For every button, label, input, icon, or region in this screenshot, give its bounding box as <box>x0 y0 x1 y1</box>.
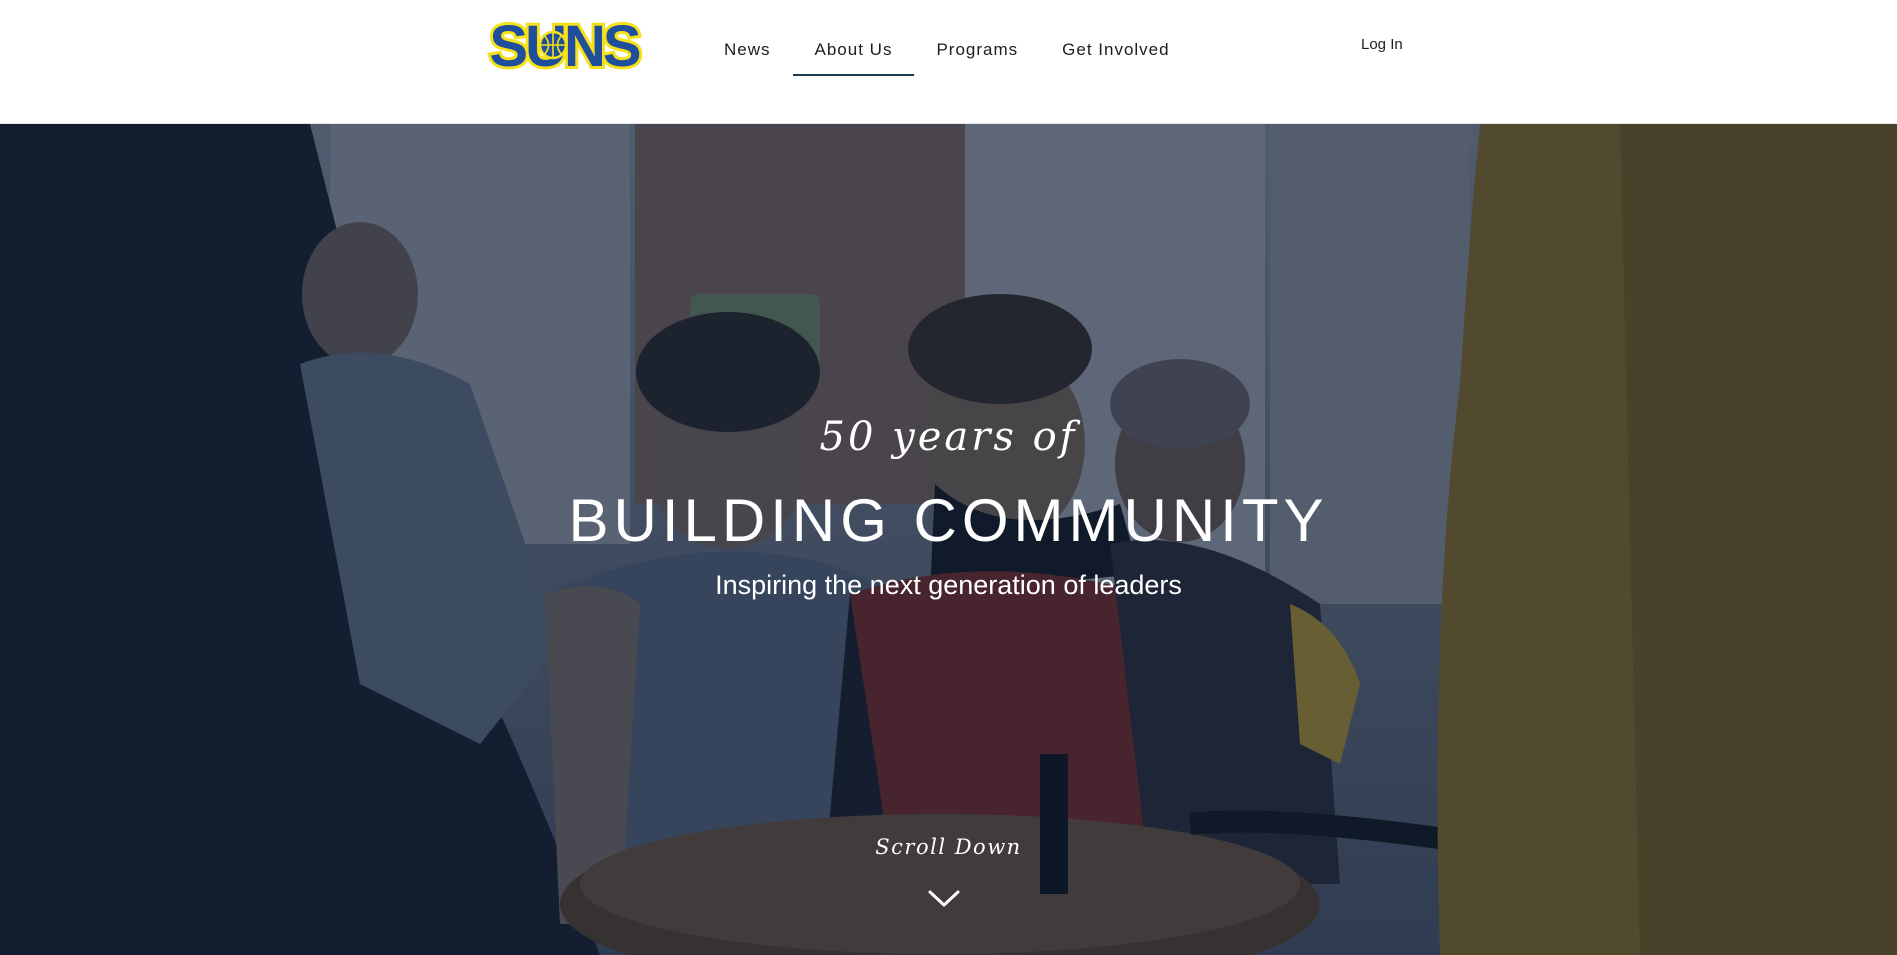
login-link[interactable]: Log In <box>1361 36 1403 53</box>
hero-subtitle: Inspiring the next generation of leaders <box>715 570 1182 600</box>
site-header: SUNS News About Us Programs Get Involved… <box>0 0 1897 124</box>
nav-item-label: About Us <box>814 40 893 59</box>
hero-section: 50 years of BUILDING COMMUNITY Inspiring… <box>0 124 1897 955</box>
suns-logo[interactable]: SUNS <box>478 12 650 78</box>
logo-graphic: SUNS <box>486 12 645 78</box>
main-nav: News About Us Programs Get Involved <box>702 24 1192 76</box>
nav-item-get-involved[interactable]: Get Involved <box>1040 24 1191 76</box>
scroll-down-label[interactable]: Scroll Down <box>0 835 1897 859</box>
basketball-icon <box>538 30 568 60</box>
nav-item-label: Get Involved <box>1062 40 1170 59</box>
hero-tagline: 50 years of <box>819 414 1078 460</box>
chevron-down-icon[interactable] <box>928 890 960 908</box>
hero-title: BUILDING COMMUNITY <box>568 487 1329 554</box>
nav-item-programs[interactable]: Programs <box>914 24 1040 76</box>
nav-item-news[interactable]: News <box>702 24 793 76</box>
nav-item-about-us[interactable]: About Us <box>792 24 915 76</box>
nav-item-label: Programs <box>936 40 1019 59</box>
page: SUNS News About Us Programs Get Involved… <box>0 0 1897 955</box>
nav-item-label: News <box>724 40 771 59</box>
